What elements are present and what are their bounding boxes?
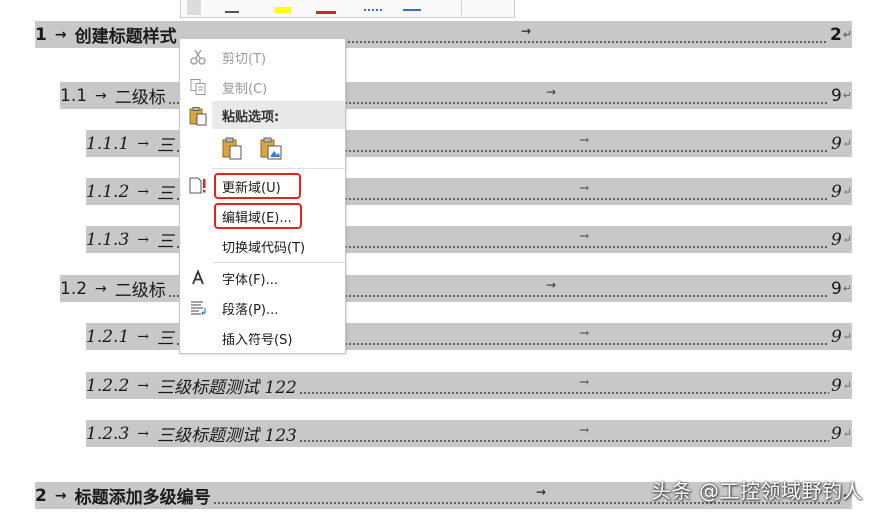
toc-tab-arrow: → (545, 278, 558, 292)
bullets-icon[interactable] (364, 0, 382, 11)
toc-page-number: 2 (829, 24, 842, 45)
font-icon (188, 268, 208, 288)
toc-page-number: 9 (830, 133, 842, 154)
toc-entry-number: 1.2 (60, 278, 88, 299)
toc-tab-arrow: → (54, 487, 67, 504)
paste-picture-icon[interactable] (260, 137, 284, 165)
toc-tab-arrow: → (578, 229, 591, 243)
toc-tab-arrow: → (137, 135, 149, 152)
paragraph-mark: ↵ (842, 282, 852, 295)
copy-icon (188, 77, 208, 97)
toc-page-number: 9 (830, 278, 842, 299)
paragraph-mark: ↵ (842, 137, 852, 150)
underline-button-icon[interactable] (225, 0, 239, 13)
watermark: 头条 @工控领域野钓人 (651, 479, 863, 503)
menu-item-label: 字体(F)... (222, 272, 279, 288)
paste-icon (188, 106, 208, 126)
toc-entry-number: 1.1.2 (86, 181, 130, 202)
context-menu: 剪切(T) 复制(C) 粘贴选项: 更新域(U) 编辑域(E)... 切换域代码… (179, 38, 346, 354)
toc-entry-number: 1 (35, 24, 47, 45)
toc-entry-number: 1.2.1 (86, 326, 130, 347)
paragraph-mark: ↵ (842, 185, 852, 198)
menu-item-toggle-field-codes[interactable]: 切换域代码(T) (180, 232, 345, 260)
toc-page-number: 9 (830, 85, 842, 106)
toc-tab-arrow: → (545, 85, 558, 99)
bold-button-icon[interactable] (187, 0, 201, 15)
toc-tab-arrow: → (578, 375, 591, 389)
menu-item-label: 剪切(T) (222, 51, 267, 67)
toc-entry-title: 标题添加多级编号 (74, 488, 211, 508)
menu-item-font[interactable]: 字体(F)... (180, 264, 345, 292)
toc-entry-title: 二级标 (114, 281, 166, 301)
numbering-icon[interactable] (403, 0, 421, 11)
menu-item-label: 插入符号(S) (222, 332, 293, 348)
toc-page-number: 9 (830, 181, 842, 202)
toc-tab-arrow: → (137, 425, 149, 442)
toc-entry[interactable]: 1.2.2 → 三级标题测试 122 → 9 ↵ (86, 372, 852, 399)
toc-tab-arrow: → (578, 181, 591, 195)
toc-entry-title: 三级标题测试 123 (157, 426, 297, 446)
menu-item-copy[interactable]: 复制(C) (180, 73, 345, 101)
toc-page-number: 9 (830, 423, 842, 444)
toc-tab-arrow: → (520, 24, 533, 38)
toolbar-divider (461, 0, 462, 15)
scissors-icon (188, 47, 208, 67)
paste-options-header: 粘贴选项: (212, 101, 345, 129)
annotation-highlight-update-field (214, 173, 301, 199)
menu-item-cut[interactable]: 剪切(T) (180, 43, 345, 71)
toc-page-number: 9 (830, 326, 842, 347)
paragraph-mark: ↵ (842, 89, 852, 102)
toc-tab-arrow: → (578, 423, 591, 437)
toc-tab-arrow: → (137, 183, 149, 200)
paragraph-mark: ↵ (842, 28, 852, 41)
font-color-icon[interactable] (316, 11, 336, 14)
paragraph-mark: ↵ (842, 379, 852, 392)
toc-entry-title: 三 (157, 184, 174, 204)
toc-entry-number: 1.2.2 (86, 375, 130, 396)
toc-entry-number: 1.1 (60, 85, 88, 106)
toc-tab-arrow: → (137, 231, 149, 248)
toc-tab-arrow: → (54, 26, 67, 43)
paste-keep-text-icon[interactable] (222, 137, 244, 165)
menu-separator (212, 168, 345, 169)
paragraph-icon (188, 298, 208, 318)
toc-tab-arrow: → (95, 87, 107, 104)
toc-entry-title: 三级标题测试 122 (157, 378, 297, 398)
toc-page-number: 9 (830, 375, 842, 396)
toc-entry-title: 三 (157, 329, 174, 349)
toc-entry[interactable]: 1.2.3 → 三级标题测试 123 → 9 ↵ (86, 420, 852, 447)
toc-tab-arrow: → (137, 328, 149, 345)
toc-dot-leader: → (298, 372, 829, 399)
menu-item-label: 复制(C) (222, 81, 268, 97)
toc-entry-number: 1.1.1 (86, 133, 130, 154)
paragraph-mark: ↵ (842, 427, 852, 440)
toc-entry-number: 2 (35, 485, 47, 506)
paste-options-label: 粘贴选项: (222, 109, 280, 125)
menu-item-label: 切换域代码(T) (222, 240, 306, 256)
toc-tab-arrow: → (578, 133, 591, 147)
toc-page-number: 9 (830, 229, 842, 250)
toc-entry[interactable]: 1 → 创建标题样式 → 2 ↵ (35, 21, 852, 48)
toc-entry-title: 三 (157, 136, 174, 156)
toc-entry-title: 创建标题样式 (74, 27, 177, 47)
toc-tab-arrow: → (95, 280, 107, 297)
toc-entry-title: 三 (157, 232, 174, 252)
menu-item-label: 段落(P)... (222, 302, 279, 318)
toc-tab-arrow: → (535, 485, 548, 499)
toc-entry-number: 1.1.3 (86, 229, 130, 250)
menu-separator (212, 262, 345, 263)
highlight-color-icon[interactable] (275, 7, 291, 13)
menu-item-insert-symbol[interactable]: 插入符号(S) (180, 324, 345, 352)
menu-item-paragraph[interactable]: 段落(P)... (180, 294, 345, 322)
update-field-icon (188, 176, 208, 196)
toc-entry-number: 1.2.3 (86, 423, 130, 444)
toc-tab-arrow: → (578, 326, 591, 340)
paragraph-mark: ↵ (842, 233, 852, 246)
paragraph-mark: ↵ (842, 330, 852, 343)
toc-entry-title: 二级标 (114, 88, 166, 108)
toc-tab-arrow: → (137, 377, 149, 394)
mini-formatting-toolbar (180, 0, 515, 18)
toc-dot-leader: → (298, 420, 829, 447)
annotation-highlight-edit-field (214, 203, 302, 229)
